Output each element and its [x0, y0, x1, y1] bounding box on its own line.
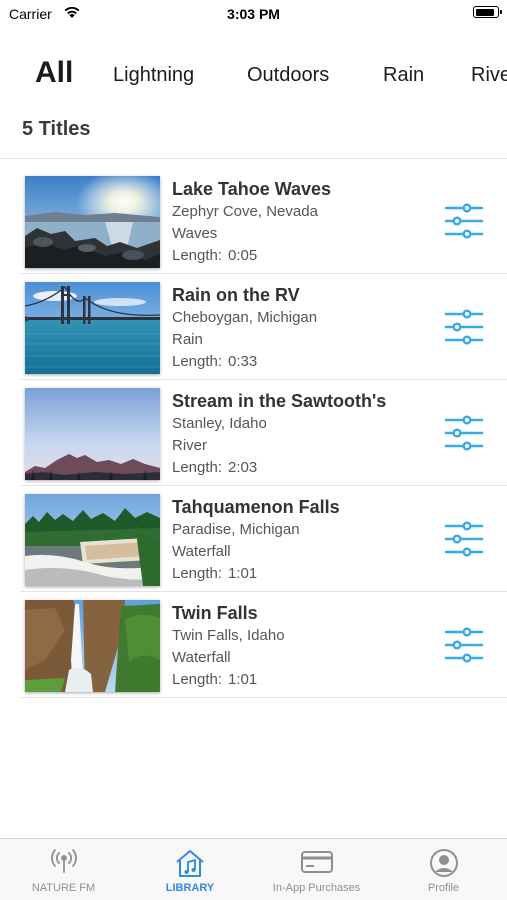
status-bar: Carrier 3:03 PM — [0, 0, 507, 30]
title-location: Stanley, Idaho — [172, 415, 267, 432]
tab-all[interactable]: All — [35, 55, 73, 93]
tab-label: In-App Purchases — [272, 882, 361, 894]
sliders-icon[interactable] — [444, 307, 484, 347]
list-item[interactable]: Rain on the RV Cheboygan, Michigan Rain … — [0, 274, 507, 380]
tab-profile[interactable]: Profile — [380, 839, 507, 900]
sliders-icon[interactable] — [444, 519, 484, 559]
list-item[interactable]: Lake Tahoe Waves Zephyr Cove, Nevada Wav… — [0, 168, 507, 274]
title-length: Length: 2:03 — [172, 457, 386, 479]
title-location: Paradise, Michigan — [172, 521, 300, 538]
category-tabs: All Lightning Outdoors Rain River — [0, 55, 507, 95]
length-value: 2:03 — [228, 459, 258, 476]
length-value: 1:01 — [228, 565, 258, 582]
title-length: Length: 1:01 — [172, 563, 340, 585]
length-value: 0:05 — [228, 247, 258, 264]
title-length: Length: 0:05 — [172, 245, 331, 267]
title-location: Zephyr Cove, Nevada — [172, 203, 318, 220]
lake-tahoe-thumbnail — [25, 176, 160, 268]
title-info: Rain on the RV Cheboygan, Michigan Rain … — [172, 283, 317, 373]
bridge-lake-thumbnail — [25, 282, 160, 374]
length-label: Length: — [172, 671, 223, 688]
title-category: River — [172, 437, 208, 454]
title-info: Twin Falls Twin Falls, Idaho Waterfall L… — [172, 601, 285, 691]
title-name: Stream in the Sawtooth's — [172, 391, 387, 411]
sliders-icon[interactable] — [444, 201, 484, 241]
title-category: Rain — [172, 331, 203, 348]
list-item[interactable]: Stream in the Sawtooth's Stanley, Idaho … — [0, 380, 507, 486]
title-category: Waterfall — [172, 543, 231, 560]
title-name: Rain on the RV — [172, 285, 300, 305]
radio-antenna-icon — [49, 848, 79, 881]
tab-bar: NATURE FM LIBRARY In-App Purchases Profi… — [0, 838, 507, 900]
length-value: 0:33 — [228, 353, 258, 370]
music-house-icon — [174, 848, 206, 883]
title-name: Lake Tahoe Waves — [172, 179, 332, 199]
title-category: Waves — [172, 225, 218, 242]
length-label: Length: — [172, 565, 223, 582]
row-divider — [20, 697, 507, 698]
length-label: Length: — [172, 247, 223, 264]
tab-label: Profile — [427, 882, 460, 894]
library-screen: Carrier 3:03 PM All Lightning Outdoors R… — [0, 0, 507, 900]
title-info: Stream in the Sawtooth's Stanley, Idaho … — [172, 389, 386, 479]
title-name: Tahquamenon Falls — [172, 497, 340, 517]
list-item[interactable]: Twin Falls Twin Falls, Idaho Waterfall L… — [0, 592, 507, 698]
length-label: Length: — [172, 459, 223, 476]
sawtooth-mountains-thumbnail — [25, 388, 160, 480]
tab-outdoors[interactable]: Outdoors — [247, 55, 329, 95]
tahquamenon-falls-thumbnail — [25, 494, 160, 586]
title-location: Cheboygan, Michigan — [172, 309, 318, 326]
title-location: Twin Falls, Idaho — [172, 627, 285, 644]
tab-label: LIBRARY — [165, 882, 215, 894]
title-info: Lake Tahoe Waves Zephyr Cove, Nevada Wav… — [172, 177, 331, 267]
tab-nature-fm[interactable]: NATURE FM — [0, 839, 127, 900]
list-item[interactable]: Tahquamenon Falls Paradise, Michigan Wat… — [0, 486, 507, 592]
person-circle-icon — [429, 848, 459, 883]
title-length: Length: 1:01 — [172, 669, 285, 691]
twin-falls-thumbnail — [25, 600, 160, 692]
credit-card-icon — [300, 848, 334, 881]
length-label: Length: — [172, 353, 223, 370]
titles-count: 5 Titles — [22, 118, 91, 140]
tab-label: NATURE FM — [31, 882, 96, 894]
sliders-icon[interactable] — [444, 625, 484, 665]
title-name: Twin Falls — [172, 603, 258, 623]
length-value: 1:01 — [228, 671, 258, 688]
titles-list: Lake Tahoe Waves Zephyr Cove, Nevada Wav… — [0, 168, 507, 698]
tab-river[interactable]: River — [471, 55, 507, 95]
status-time: 3:03 PM — [227, 6, 280, 22]
tab-rain[interactable]: Rain — [383, 55, 424, 95]
sliders-icon[interactable] — [444, 413, 484, 453]
tab-library[interactable]: LIBRARY — [127, 839, 253, 900]
divider — [0, 158, 507, 159]
title-category: Waterfall — [172, 649, 231, 666]
title-info: Tahquamenon Falls Paradise, Michigan Wat… — [172, 495, 340, 585]
tab-lightning[interactable]: Lightning — [113, 55, 194, 95]
title-length: Length: 0:33 — [172, 351, 317, 373]
tab-in-app-purchases[interactable]: In-App Purchases — [253, 839, 380, 900]
battery-icon — [473, 6, 502, 18]
